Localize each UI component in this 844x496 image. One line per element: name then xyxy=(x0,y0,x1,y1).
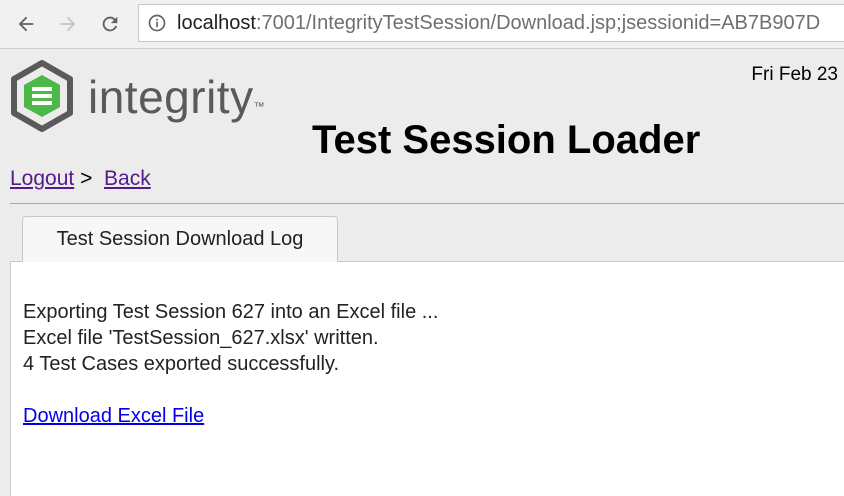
info-icon[interactable] xyxy=(147,13,167,33)
log-line: Exporting Test Session 627 into an Excel… xyxy=(23,301,439,323)
url-path: :7001/IntegrityTestSession/Download.jsp;… xyxy=(255,12,821,34)
download-excel-link[interactable]: Download Excel File xyxy=(23,403,204,429)
tab-label: Test Session Download Log xyxy=(56,228,304,250)
back-arrow-icon[interactable] xyxy=(8,6,44,42)
header-divider xyxy=(10,203,844,204)
log-line: Excel file 'TestSession_627.xlsx' writte… xyxy=(23,327,379,349)
address-url: localhost:7001/IntegrityTestSession/Down… xyxy=(177,12,820,34)
current-date: Fri Feb 23 xyxy=(751,64,838,85)
log-line: 4 Test Cases exported successfully. xyxy=(23,353,340,375)
tab-download-log[interactable]: Test Session Download Log xyxy=(22,216,338,262)
url-host: localhost xyxy=(177,12,256,34)
back-link[interactable]: Back xyxy=(104,167,151,190)
page-title: Test Session Loader xyxy=(312,118,701,162)
log-panel: Exporting Test Session 627 into an Excel… xyxy=(10,261,844,496)
address-bar[interactable]: localhost:7001/IntegrityTestSession/Down… xyxy=(138,4,844,42)
reload-icon[interactable] xyxy=(92,6,128,42)
trademark-symbol: ™ xyxy=(253,101,266,113)
integrity-logo-icon xyxy=(11,60,73,132)
breadcrumb: Logout > Back xyxy=(10,166,151,192)
integrity-wordmark: integrity™ xyxy=(88,70,265,124)
forward-arrow-icon[interactable] xyxy=(50,6,86,42)
log-output: Exporting Test Session 627 into an Excel… xyxy=(23,299,438,377)
browser-toolbar: localhost:7001/IntegrityTestSession/Down… xyxy=(0,0,844,49)
wordmark-text: integrity xyxy=(88,71,254,123)
logout-link[interactable]: Logout xyxy=(10,167,74,190)
breadcrumb-separator: > xyxy=(80,167,93,190)
